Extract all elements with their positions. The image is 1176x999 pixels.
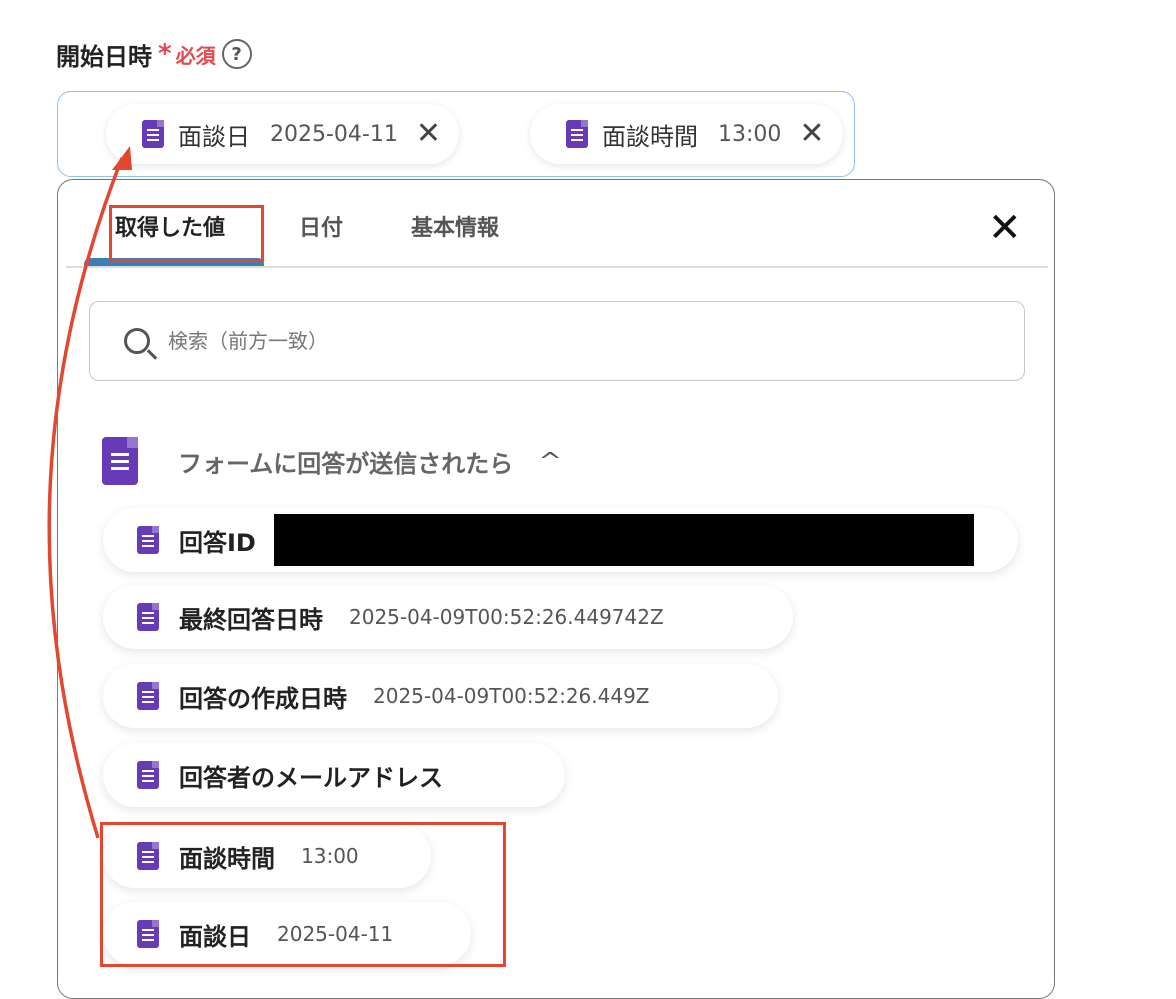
arrow-path: [47, 157, 124, 839]
arrow-head-icon: [112, 146, 132, 170]
annotation-arrow: [47, 146, 132, 839]
